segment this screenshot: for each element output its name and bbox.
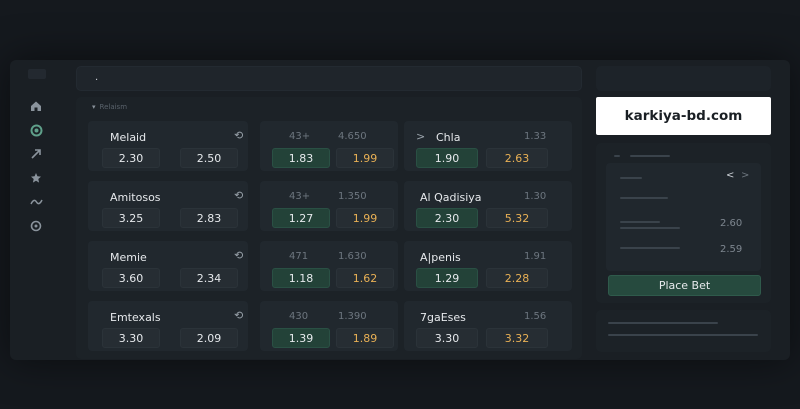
odds-button[interactable]: 2.83 (180, 208, 238, 228)
odds-button[interactable]: 1.62 (336, 268, 394, 288)
odds-button[interactable]: 3.25 (102, 208, 160, 228)
placeholder-line (620, 227, 680, 229)
chevron-down-icon: ▾ (92, 103, 96, 111)
team-name: Emtexals (110, 311, 161, 324)
prev-button[interactable]: < (726, 170, 734, 181)
section-header[interactable]: ▾ Relaism (92, 103, 127, 111)
chevron-right-icon: > (416, 130, 426, 143)
matches-panel: ▾ Relaism Melaid ⟲ 2.30 2.50 43+ 4.650 1.… (76, 97, 582, 359)
odds-button[interactable]: 2.30 (102, 148, 160, 168)
odds-button[interactable]: 5.32 (486, 208, 548, 228)
swap-icon[interactable]: ⟲ (234, 309, 243, 322)
team-name: Memie (110, 251, 147, 264)
match-row-4-away[interactable]: 7gaEses 1.56 3.30 3.32 (404, 301, 572, 351)
team-name: 7gaEses (420, 311, 466, 324)
match-row-3-away[interactable]: A|penis 1.91 1.29 2.28 (404, 241, 572, 291)
line-label: 43+ (289, 131, 311, 142)
odds-button[interactable]: 3.32 (486, 328, 548, 348)
live-icon[interactable] (26, 121, 46, 139)
match-row-2-away[interactable]: Al Qadisiya 1.30 2.30 5.32 (404, 181, 572, 231)
sidebar (20, 65, 55, 355)
match-row-3-mid[interactable]: 471 1.630 1.18 1.62 (260, 241, 398, 291)
line-value: 1.390 (338, 311, 367, 322)
team-name: Chla (436, 131, 461, 144)
brand-name: karkiya-bd.com (624, 108, 743, 124)
odds-button[interactable]: 1.99 (336, 148, 394, 168)
placeholder-line (620, 197, 668, 199)
match-row-1-home[interactable]: Melaid ⟲ 2.30 2.50 (88, 121, 248, 171)
next-button[interactable]: > (741, 170, 749, 181)
star-icon[interactable] (26, 169, 46, 187)
odds-button[interactable]: 1.89 (336, 328, 394, 348)
match-row-3-home[interactable]: Memie ⟲ 3.60 2.34 (88, 241, 248, 291)
sidebar-logo (28, 69, 46, 79)
odds-button[interactable]: 3.30 (416, 328, 478, 348)
match-row-4-home[interactable]: Emtexals ⟲ 3.30 2.09 (88, 301, 248, 351)
placeholder-line (608, 322, 718, 324)
match-row-1-away[interactable]: > Chla 1.33 1.90 2.63 (404, 121, 572, 171)
odds-button[interactable]: 1.29 (416, 268, 478, 288)
search-text: . (95, 72, 99, 83)
line-value: 1.56 (524, 311, 547, 322)
trending-icon[interactable] (26, 145, 46, 163)
placeholder-line (614, 155, 620, 157)
slip-odd-value: 2.60 (720, 218, 743, 229)
place-bet-button[interactable]: Place Bet (608, 275, 761, 296)
swap-icon[interactable]: ⟲ (234, 189, 243, 202)
team-name: A|penis (420, 251, 461, 264)
line-value: 1.91 (524, 251, 547, 262)
line-value: 4.650 (338, 131, 367, 142)
odds-button[interactable]: 1.83 (272, 148, 330, 168)
line-label: 471 (289, 251, 309, 262)
right-bottom-panel (596, 310, 771, 352)
line-value: 1.30 (524, 191, 547, 202)
odds-button[interactable]: 2.09 (180, 328, 238, 348)
odds-button[interactable]: 1.90 (416, 148, 478, 168)
odds-button[interactable]: 3.60 (102, 268, 160, 288)
odds-button[interactable]: 1.99 (336, 208, 394, 228)
odds-button[interactable]: 2.34 (180, 268, 238, 288)
line-label: 430 (289, 311, 309, 322)
match-row-2-home[interactable]: Amitosos ⟲ 3.25 2.83 (88, 181, 248, 231)
placeholder-line (608, 334, 758, 336)
slip-odd-value: 2.59 (720, 244, 743, 255)
odds-button[interactable]: 1.27 (272, 208, 330, 228)
odds-button[interactable]: 1.18 (272, 268, 330, 288)
odds-button[interactable]: 1.39 (272, 328, 330, 348)
odds-button[interactable]: 2.50 (180, 148, 238, 168)
swap-icon[interactable]: ⟲ (234, 249, 243, 262)
brand-banner: karkiya-bd.com (596, 97, 771, 135)
team-name: Al Qadisiya (420, 191, 482, 204)
odds-button[interactable]: 2.28 (486, 268, 548, 288)
odds-button[interactable]: 2.63 (486, 148, 548, 168)
team-name: Melaid (110, 131, 147, 144)
placeholder-line (620, 177, 642, 179)
bet-slip-body: < > 2.60 2.59 (606, 163, 761, 271)
odds-button[interactable]: 3.30 (102, 328, 160, 348)
placeholder-line (620, 247, 680, 249)
match-row-2-mid[interactable]: 43+ 1.350 1.27 1.99 (260, 181, 398, 231)
placeholder-line (620, 221, 660, 223)
line-value: 1.350 (338, 191, 367, 202)
line-value: 1.630 (338, 251, 367, 262)
home-icon[interactable] (26, 97, 46, 115)
right-top-panel (596, 66, 771, 91)
placeholder-line (630, 155, 670, 157)
match-row-4-mid[interactable]: 430 1.390 1.39 1.89 (260, 301, 398, 351)
stats-icon[interactable] (26, 193, 46, 211)
line-value: 1.33 (524, 131, 547, 142)
settings-icon[interactable] (26, 217, 46, 235)
section-label: Relaism (99, 103, 128, 111)
match-row-1-mid[interactable]: 43+ 4.650 1.83 1.99 (260, 121, 398, 171)
line-label: 43+ (289, 191, 311, 202)
odds-button[interactable]: 2.30 (416, 208, 478, 228)
swap-icon[interactable]: ⟲ (234, 129, 243, 142)
team-name: Amitosos (110, 191, 161, 204)
search-bar[interactable]: . (76, 66, 582, 91)
